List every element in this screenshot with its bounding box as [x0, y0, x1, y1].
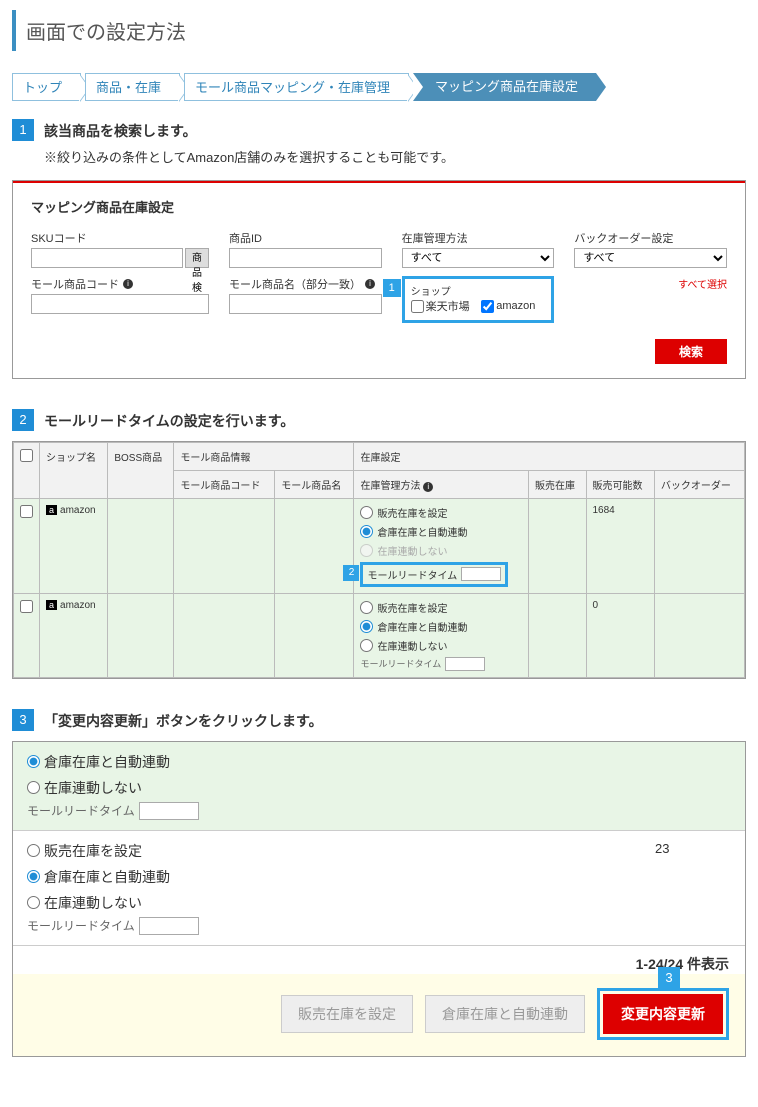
lead-time-input[interactable] [461, 567, 501, 581]
row-checkbox[interactable] [20, 505, 33, 518]
step-2-header: 2 モールリードタイムの設定を行います。 [12, 409, 746, 431]
update-panel-screenshot: 倉庫在庫と自動連動 在庫連動しない モールリードタイム 販売在庫を設定 倉庫在庫… [12, 741, 746, 1057]
shop-cell: amazon [60, 505, 96, 516]
stock-method-select[interactable]: すべて [402, 248, 555, 268]
mall-code-label: モール商品コード i [31, 276, 209, 292]
backorder-label: バックオーダー設定 [574, 230, 727, 246]
filter-panel-title: マッピング商品在庫設定 [31, 197, 727, 216]
step-number: 2 [12, 409, 34, 431]
lead-time-input[interactable] [139, 917, 199, 935]
callout-number: 3 [658, 967, 680, 989]
step-3-header: 3 「変更内容更新」ボタンをクリックします。 [12, 709, 746, 731]
radio-auto-link[interactable]: 倉庫在庫と自動連動 [360, 524, 522, 539]
step-1-header: 1 該当商品を検索します。 [12, 119, 746, 141]
info-icon: i [365, 279, 375, 289]
available-cell [645, 742, 745, 830]
col-sale-stock: 販売在庫 [528, 470, 586, 498]
set-sales-stock-button[interactable]: 販売在庫を設定 [281, 995, 413, 1033]
col-shop: ショップ名 [40, 442, 108, 498]
radio-set-sales[interactable]: 販売在庫を設定 [360, 505, 522, 520]
callout-number: 1 [383, 279, 401, 297]
table-row: aamazon 販売在庫を設定 倉庫在庫と自動連動 在庫連動しない 2 モールリ… [14, 498, 745, 593]
update-button-highlight: 3 変更内容更新 [597, 988, 729, 1040]
col-available: 販売可能数 [586, 470, 654, 498]
step-title: 該当商品を検索します。 [44, 119, 197, 141]
filter-panel-screenshot: マッピング商品在庫設定 SKUコード 商品検索 商品ID 在庫管理方法 すべて … [12, 180, 746, 379]
col-mall-info: モール商品情報 [174, 442, 354, 470]
amazon-badge-icon: a [46, 505, 57, 515]
product-id-label: 商品ID [229, 230, 382, 246]
step-title: 「変更内容更新」ボタンをクリックします。 [44, 709, 323, 731]
col-mall-code: モール商品コード [174, 470, 275, 498]
breadcrumb-item-active: マッピング商品在庫設定 [413, 73, 596, 101]
update-button[interactable]: 変更内容更新 [603, 994, 723, 1034]
page-title: 画面での設定方法 [26, 16, 736, 45]
shop-rakuten-checkbox[interactable]: 楽天市場 [411, 298, 470, 314]
search-button[interactable]: 検索 [655, 339, 727, 364]
lead-time-input[interactable] [445, 657, 485, 671]
shop-amazon-checkbox[interactable]: amazon [481, 300, 535, 313]
radio-auto-link[interactable]: 倉庫在庫と自動連動 [27, 867, 631, 887]
radio-auto-link[interactable]: 倉庫在庫と自動連動 [27, 752, 631, 772]
mall-code-input[interactable] [31, 294, 209, 314]
radio-set-sales[interactable]: 販売在庫を設定 [360, 600, 522, 615]
product-search-button[interactable]: 商品検索 [185, 248, 209, 268]
radio-set-sales[interactable]: 販売在庫を設定 [27, 841, 631, 861]
list-item: 倉庫在庫と自動連動 在庫連動しない モールリードタイム [13, 742, 745, 831]
lead-time-label: モールリードタイム [360, 657, 441, 670]
stock-method-label: 在庫管理方法 [402, 230, 555, 246]
radio-no-link[interactable]: 在庫連動しない [27, 893, 631, 913]
callout-number: 2 [343, 565, 359, 581]
mall-name-input[interactable] [229, 294, 382, 314]
sku-input[interactable] [31, 248, 183, 268]
lead-time-table-screenshot: ショップ名 BOSS商品 モール商品情報 在庫設定 モール商品コード モール商品… [12, 441, 746, 679]
step-number: 1 [12, 119, 34, 141]
shop-filter-highlight: 1 ショップ 楽天市場 amazon [402, 276, 555, 323]
select-all-checkbox[interactable] [20, 449, 33, 462]
available-cell: 23 [645, 831, 745, 945]
breadcrumb-item[interactable]: モール商品マッピング・在庫管理 [184, 73, 409, 101]
lead-time-highlight: 2 モールリードタイム [360, 562, 508, 587]
backorder-select[interactable]: すべて [574, 248, 727, 268]
step-title: モールリードタイムの設定を行います。 [44, 409, 294, 431]
row-checkbox[interactable] [20, 600, 33, 613]
col-stock-settings: 在庫設定 [354, 442, 745, 470]
auto-link-button[interactable]: 倉庫在庫と自動連動 [425, 995, 585, 1033]
available-cell: 1684 [586, 498, 654, 593]
radio-no-link[interactable]: 在庫連動しない [360, 638, 522, 653]
mall-name-label: モール商品名（部分一致） i [229, 276, 382, 292]
col-mall-name: モール商品名 [275, 470, 354, 498]
info-icon: i [123, 279, 133, 289]
breadcrumb-item[interactable]: 商品・在庫 [85, 73, 180, 101]
shop-cell: amazon [60, 600, 96, 611]
radio-no-link[interactable]: 在庫連動しない [360, 543, 522, 558]
pager: 1-24/24 件表示 [13, 946, 745, 974]
lead-time-label: モールリードタイム [367, 567, 457, 582]
step-note: ※絞り込みの条件としてAmazon店舗のみを選択することも可能です。 [44, 147, 746, 166]
available-cell: 0 [586, 593, 654, 677]
col-stock-method: 在庫管理方法 i [354, 470, 529, 498]
step-number: 3 [12, 709, 34, 731]
col-boss: BOSS商品 [108, 442, 174, 498]
amazon-badge-icon: a [46, 600, 57, 610]
select-all-link[interactable]: すべて選択 [574, 276, 727, 291]
col-backorder: バックオーダー [654, 470, 744, 498]
lead-time-label: モールリードタイム [27, 802, 135, 819]
radio-auto-link[interactable]: 倉庫在庫と自動連動 [360, 619, 522, 634]
info-icon: i [423, 482, 433, 492]
shop-label: ショップ [411, 283, 546, 298]
radio-no-link[interactable]: 在庫連動しない [27, 778, 631, 798]
breadcrumb-item[interactable]: トップ [12, 73, 81, 101]
breadcrumb: トップ 商品・在庫 モール商品マッピング・在庫管理 マッピング商品在庫設定 [12, 73, 746, 101]
list-item: 販売在庫を設定 倉庫在庫と自動連動 在庫連動しない モールリードタイム 23 [13, 831, 745, 946]
sku-label: SKUコード [31, 230, 209, 246]
lead-time-input[interactable] [139, 802, 199, 820]
lead-time-label: モールリードタイム [27, 917, 135, 934]
product-id-input[interactable] [229, 248, 382, 268]
table-row: aamazon 販売在庫を設定 倉庫在庫と自動連動 在庫連動しない モールリード… [14, 593, 745, 677]
